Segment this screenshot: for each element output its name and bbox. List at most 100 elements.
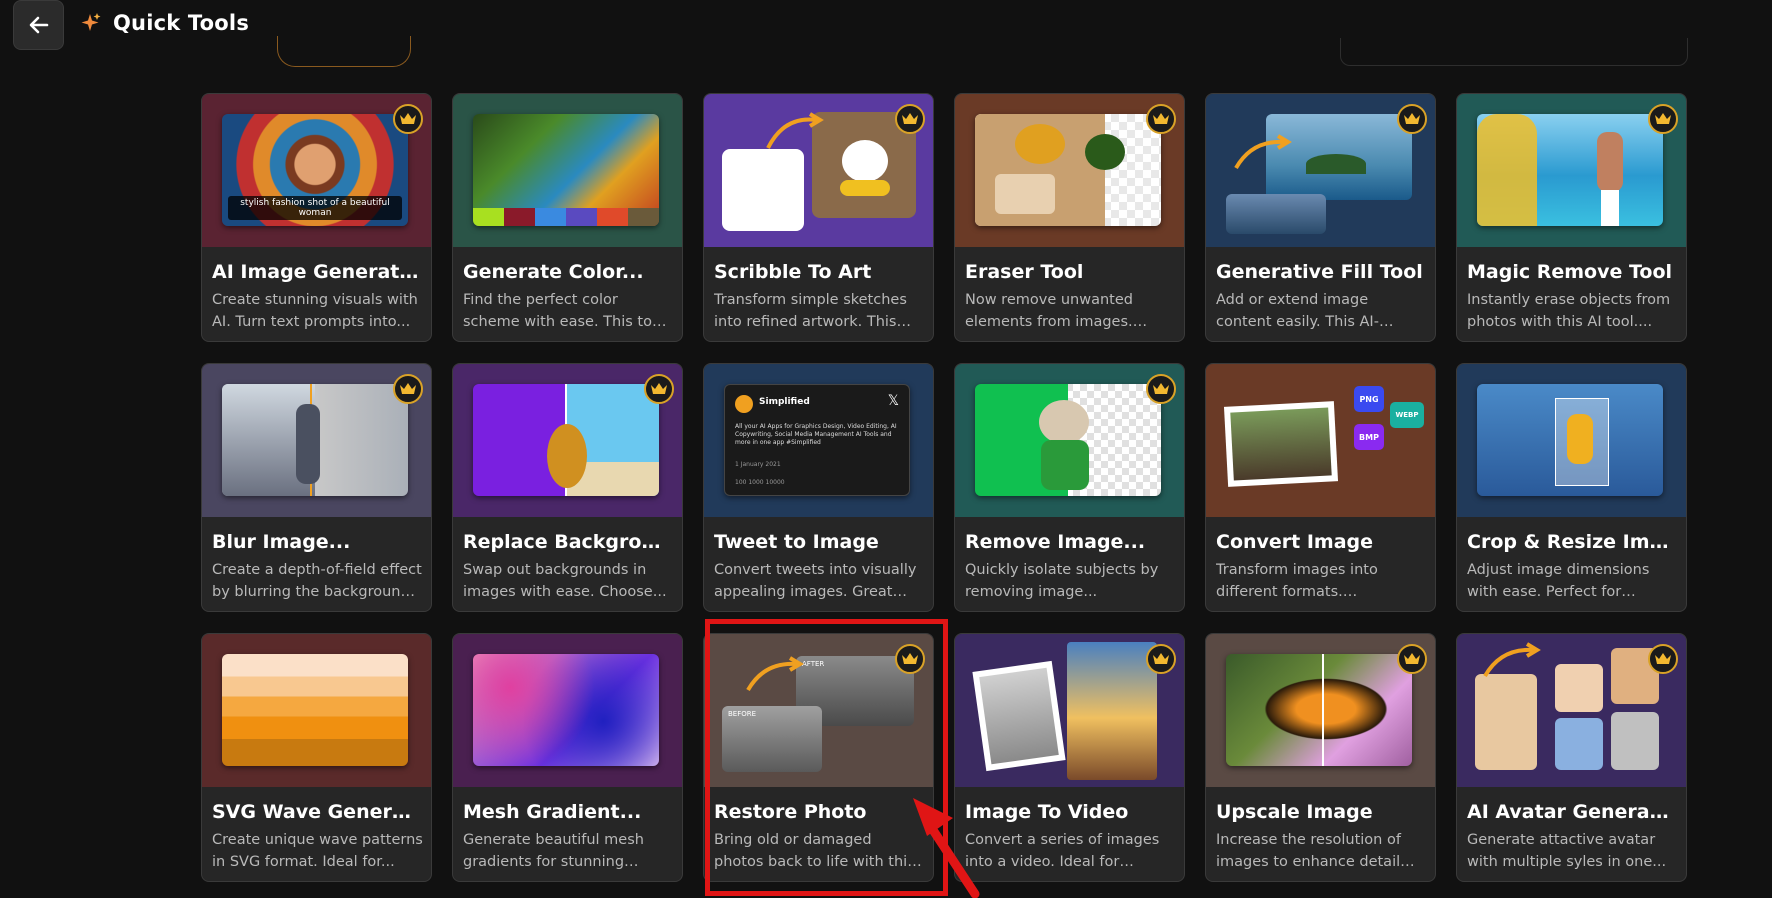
tool-card-remove-image[interactable]: Remove Image... Quickly isolate subjects … [954,363,1185,612]
tool-thumbnail [202,364,431,517]
tool-description: Find the perfect color scheme with ease.… [463,292,665,330]
tweet-stats: 100 1000 10000 [735,479,785,486]
tool-card-crop-resize-image[interactable]: Crop & Resize Image Adjust image dimensio… [1456,363,1687,612]
tool-card-mesh-gradient[interactable]: Mesh Gradient... Generate beautiful mesh … [452,633,683,882]
tool-thumbnail [1457,364,1686,517]
tool-title: Convert Image [1216,531,1374,553]
tool-thumbnail [955,364,1184,517]
format-png: PNG [1354,386,1384,412]
tool-card-generative-fill-tool[interactable]: Generative Fill Tool Add or extend image … [1205,93,1436,342]
tool-card-eraser-tool[interactable]: Eraser Tool Now remove unwanted elements … [954,93,1185,342]
sparkle-icon [81,13,101,31]
tools-grid: stylish fashion shot of a beautiful woma… [201,93,1687,882]
tool-description: Quickly isolate subjects by removing ima… [965,562,1159,600]
x-logo-icon: 𝕏 [887,393,899,409]
tool-card-blur-image[interactable]: Blur Image... Create a depth-of-field eff… [201,363,432,612]
tool-title: Generate Color... [463,261,644,283]
tool-description: Generate attactive avatar with multiple … [1467,832,1667,870]
tool-card-upscale-image[interactable]: Upscale Image Increase the resolution of … [1205,633,1436,882]
premium-crown-badge [1397,644,1427,674]
premium-crown-badge [1146,374,1176,404]
tool-thumbnail [704,94,933,247]
crown-icon [902,113,918,124]
tool-description: Convert a series of images into a video.… [965,832,1160,870]
tool-title: Blur Image... [212,531,351,553]
tool-title: Replace Backgroun... [463,531,672,553]
tool-description: Generate beautiful mesh gradients for st… [463,832,644,870]
tool-description: Increase the resolution of images to enh… [1216,832,1401,870]
premium-crown-badge [393,104,423,134]
tool-thumbnail [1457,94,1686,247]
tweet-date: 1 January 2021 [735,461,781,468]
tool-card-image-to-video[interactable]: Image To Video Convert a series of images… [954,633,1185,882]
tool-description: Adjust image dimensions with ease. Perfe… [1467,562,1650,600]
premium-crown-badge [895,104,925,134]
tool-thumbnail [955,634,1184,787]
tool-description: Create stunning visuals with AI. Turn te… [212,292,418,330]
crown-icon [1655,113,1671,124]
tool-thumbnail [955,94,1184,247]
tool-title: Image To Video [965,801,1129,823]
tool-thumbnail [453,364,682,517]
crown-icon [1404,113,1420,124]
search-box[interactable] [1340,38,1688,66]
tweet-name: Simplified [759,397,810,407]
tool-card-magic-remove-tool[interactable]: Magic Remove Tool Instantly erase objects… [1456,93,1687,342]
premium-crown-badge [1146,104,1176,134]
arrow-left-icon [29,16,48,34]
crown-icon [1655,653,1671,664]
crown-icon [651,383,667,394]
tool-card-restore-photo[interactable]: AFTER BEFORE Restore Photo Bring old or dam… [703,633,934,882]
tool-title: Upscale Image [1216,801,1373,823]
tool-thumbnail: PNG WEBP BMP [1206,364,1435,517]
tool-title: Tweet to Image [714,531,879,553]
tool-card-convert-image[interactable]: PNG WEBP BMP Convert Image Transform images … [1205,363,1436,612]
premium-crown-badge [644,374,674,404]
tool-description: Swap out backgrounds in images with ease… [463,562,667,600]
tool-title: Crop & Resize Image [1467,531,1676,553]
tool-description: Now remove unwanted elements from images… [965,292,1133,330]
tweet-text: All your AI Apps for Graphics Design, Vi… [735,423,897,446]
crown-icon [1153,653,1169,664]
tool-thumbnail [453,94,682,247]
tool-title: Restore Photo [714,801,867,823]
premium-crown-badge [1648,644,1678,674]
category-pill[interactable] [277,36,411,67]
tool-title: Scribble To Art [714,261,872,283]
premium-crown-badge [895,644,925,674]
tool-description: Add or extend image content easily. This… [1216,292,1379,330]
tool-card-ai-avatar-generator[interactable]: AI Avatar Generator Generate attactive av… [1456,633,1687,882]
tool-title: AI Avatar Generator [1467,801,1676,823]
crown-icon [400,383,416,394]
after-label: AFTER [802,660,825,668]
format-webp: WEBP [1390,402,1424,428]
tool-description: Transform simple sketches into refined a… [714,292,907,330]
crown-icon [1153,113,1169,124]
tool-title: Remove Image... [965,531,1146,553]
crown-icon [400,113,416,124]
tool-card-ai-image-generator[interactable]: stylish fashion shot of a beautiful woma… [201,93,432,342]
tool-title: Eraser Tool [965,261,1084,283]
tool-title: Mesh Gradient... [463,801,642,823]
tool-card-tweet-to-image[interactable]: Simplified 𝕏 All your AI Apps for Graphics… [703,363,934,612]
crown-icon [1153,383,1169,394]
tool-card-replace-backgroun[interactable]: Replace Backgroun... Swap out backgrounds… [452,363,683,612]
tool-description: Instantly erase objects from photos with… [1467,292,1671,330]
tool-title: AI Image Generator [212,261,421,283]
tool-title: Magic Remove Tool [1467,261,1673,283]
tool-title: SVG Wave Generator [212,801,421,823]
premium-crown-badge [393,374,423,404]
back-button[interactable] [13,0,64,50]
tool-card-generate-color[interactable]: Generate Color... Find the perfect color … [452,93,683,342]
tool-card-svg-wave-generator[interactable]: SVG Wave Generator Create unique wave pat… [201,633,432,882]
premium-crown-badge [1397,104,1427,134]
crown-icon [902,653,918,664]
tool-title: Generative Fill Tool [1216,261,1423,283]
tool-thumbnail [202,634,431,787]
tool-description: Create a depth-of-field effect by blurri… [212,562,422,600]
tool-card-scribble-to-art[interactable]: Scribble To Art Transform simple sketches… [703,93,934,342]
tool-thumbnail: AFTER BEFORE [704,634,933,787]
format-bmp: BMP [1354,424,1384,450]
crown-icon [1404,653,1420,664]
before-label: BEFORE [728,710,757,718]
